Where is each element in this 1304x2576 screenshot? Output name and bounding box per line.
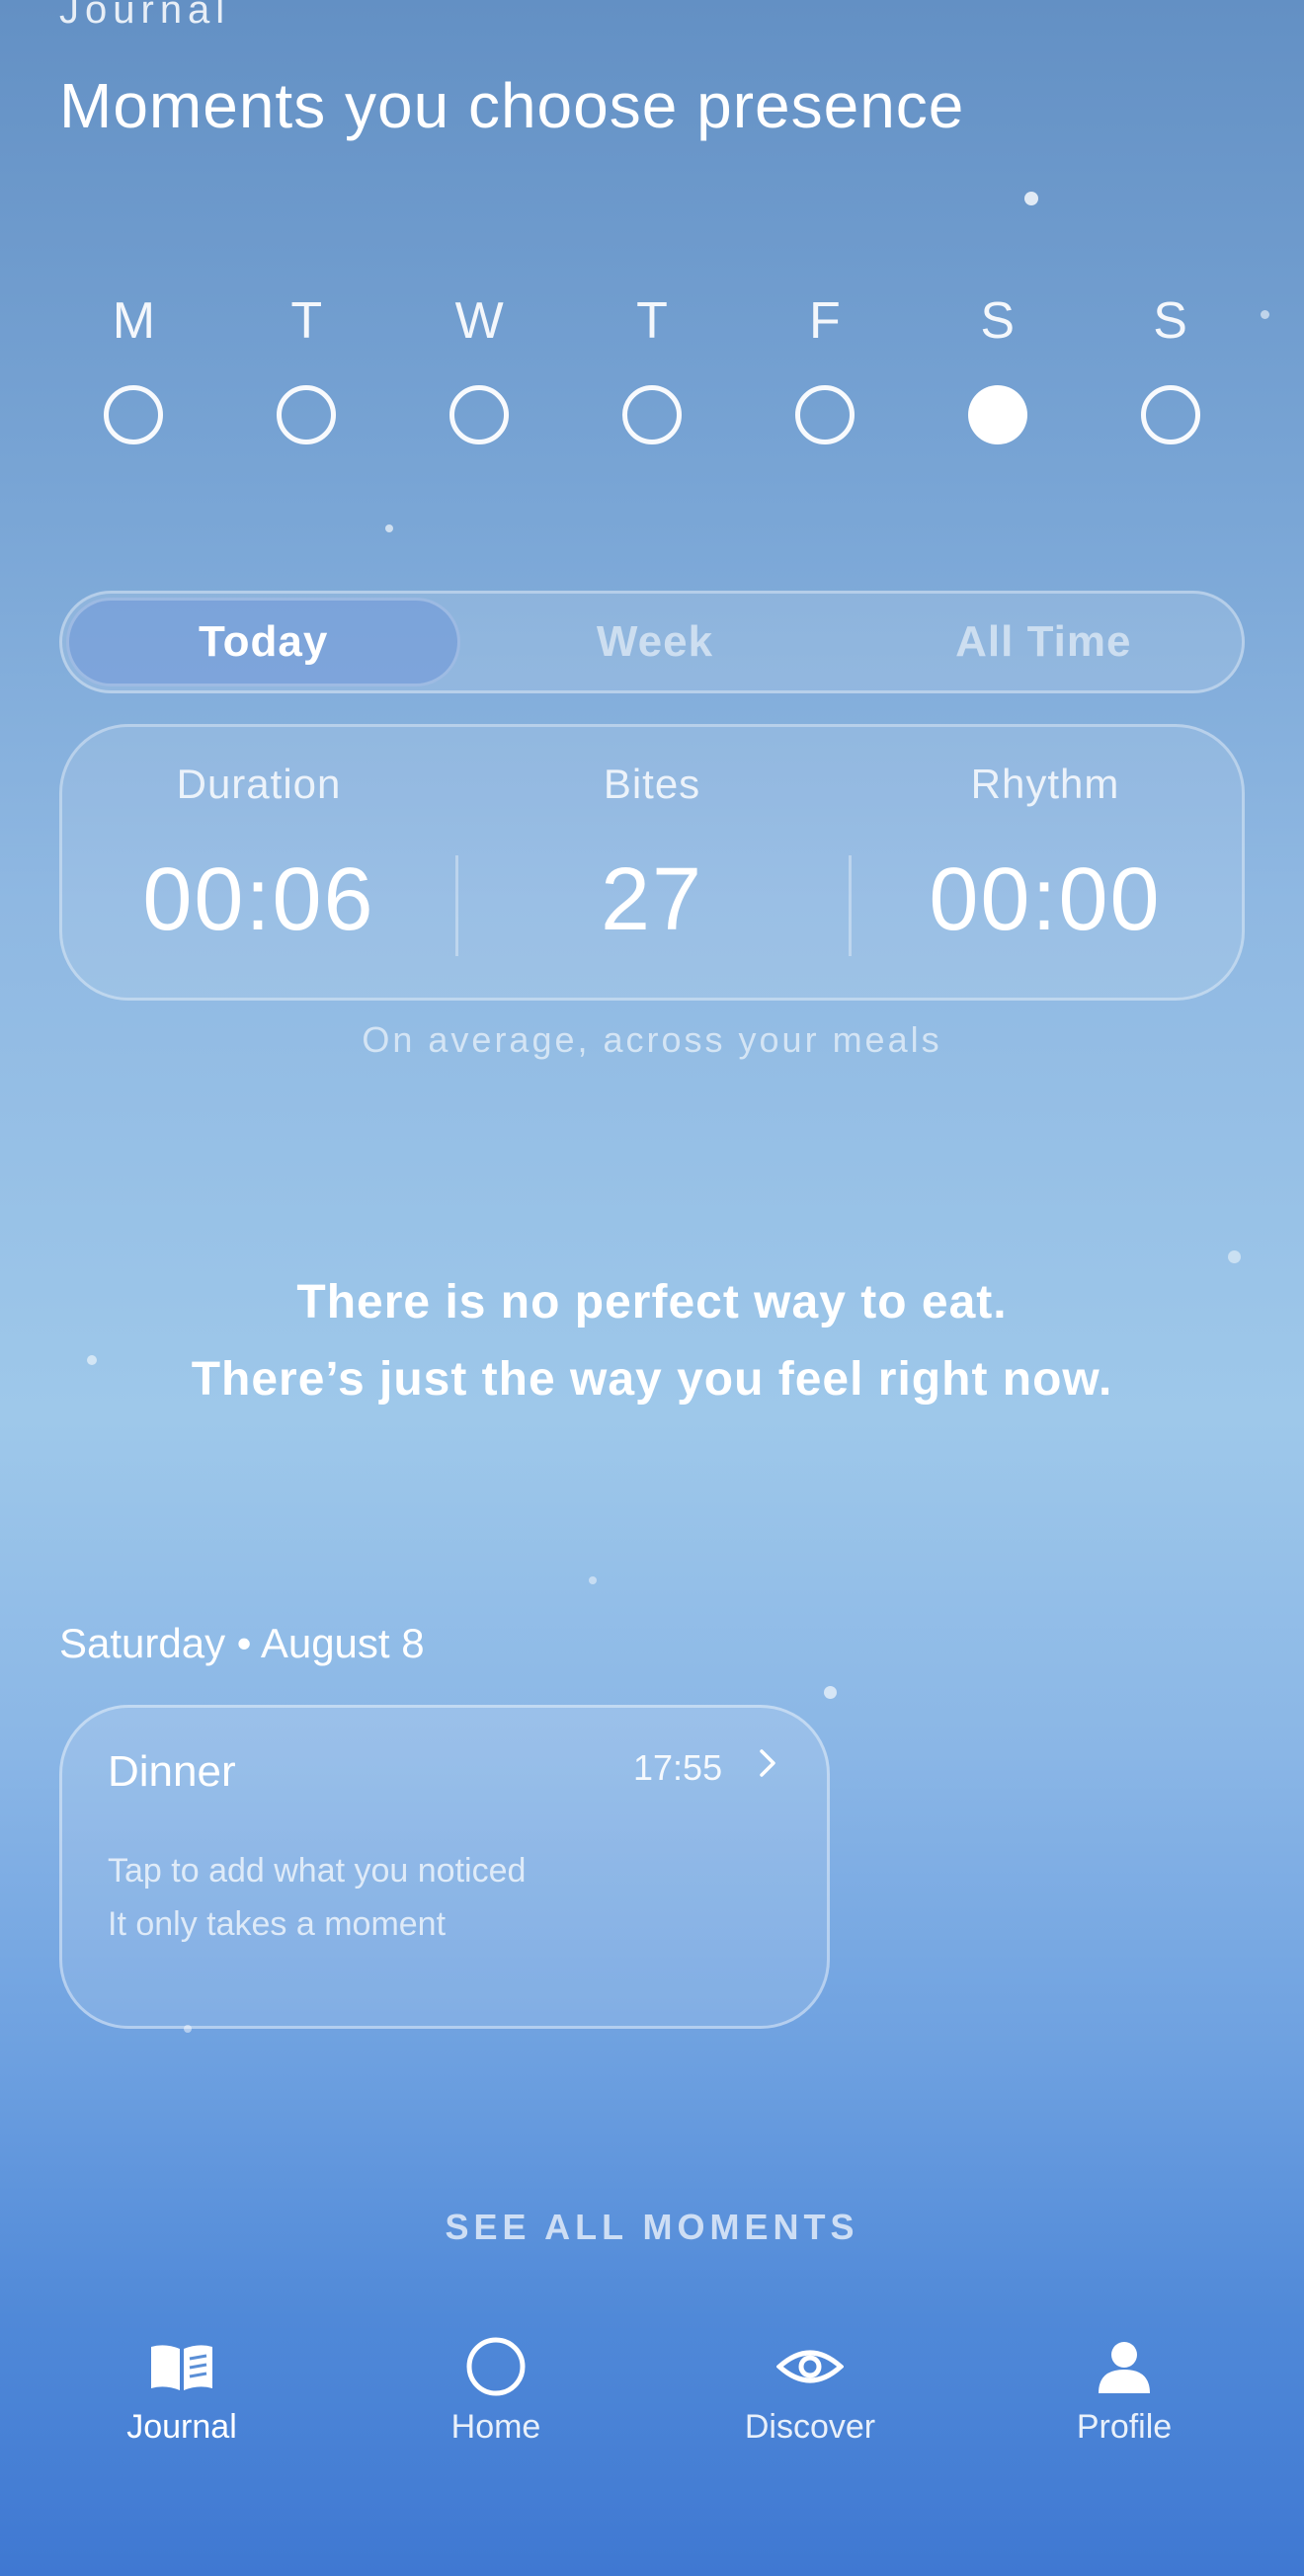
range-tab-today[interactable]: Today xyxy=(66,598,461,686)
book-icon xyxy=(147,2337,216,2396)
meal-card-dinner[interactable]: Dinner 17:55 Tap to add what you noticed… xyxy=(59,1705,830,2029)
meal-time: 17:55 xyxy=(633,1747,723,1788)
meal-title: Dinner xyxy=(108,1747,236,1796)
day-status-circle xyxy=(1140,385,1200,444)
range-tab-all-time[interactable]: All Time xyxy=(850,598,1238,686)
stat-duration: Duration 00:06 xyxy=(62,727,455,998)
eye-icon xyxy=(775,2337,845,2396)
bottom-tab-bar: Journal Home Discover Profile xyxy=(0,2337,1304,2465)
day-tuesday[interactable]: T xyxy=(220,286,393,464)
tab-journal[interactable]: Journal xyxy=(25,2337,339,2465)
stat-label: Bites xyxy=(603,761,701,807)
day-letter: T xyxy=(290,292,323,350)
day-thursday[interactable]: T xyxy=(566,286,739,464)
tab-profile[interactable]: Profile xyxy=(967,2337,1281,2465)
sparkle-dot xyxy=(1228,1250,1241,1263)
day-status-circle xyxy=(967,385,1027,444)
stat-bites: Bites 27 xyxy=(455,727,849,998)
stat-value: 00:00 xyxy=(929,850,1162,949)
day-status-circle xyxy=(277,385,337,444)
person-icon xyxy=(1090,2337,1159,2396)
stat-label: Rhythm xyxy=(970,761,1120,807)
day-sunday[interactable]: S xyxy=(1084,286,1257,464)
tab-discover[interactable]: Discover xyxy=(653,2337,967,2465)
sparkle-dot xyxy=(1261,310,1269,319)
tab-label: Journal xyxy=(126,2408,237,2446)
day-letter: W xyxy=(454,292,504,350)
stats-caption: On average, across your meals xyxy=(362,1019,942,1060)
stat-value: 27 xyxy=(600,850,704,949)
week-tracker: M T W T F S S xyxy=(47,286,1257,464)
day-status-circle xyxy=(622,385,682,444)
tab-label: Discover xyxy=(744,2408,876,2446)
day-letter: F xyxy=(808,292,841,350)
day-status-circle xyxy=(104,385,164,444)
stats-card: Duration 00:06 Bites 27 Rhythm 00:00 xyxy=(59,724,1245,1001)
day-monday[interactable]: M xyxy=(47,286,220,464)
sparkle-dot xyxy=(1024,192,1038,205)
circle-icon xyxy=(461,2337,530,2396)
day-letter: M xyxy=(112,292,156,350)
quote-line: There’s just the way you feel right now. xyxy=(191,1353,1113,1406)
sparkle-dot xyxy=(589,1576,597,1584)
stat-rhythm: Rhythm 00:00 xyxy=(849,727,1242,998)
day-status-circle xyxy=(449,385,510,444)
moments-date-heading: Saturday • August 8 xyxy=(59,1620,425,1666)
chevron-right-icon xyxy=(758,1743,779,1793)
day-friday[interactable]: F xyxy=(738,286,911,464)
range-segmented-control: Today Week All Time xyxy=(59,591,1245,693)
meal-hint-line: It only takes a moment xyxy=(108,1905,447,1943)
tab-label: Home xyxy=(450,2408,541,2446)
meal-hint: Tap to add what you noticed It only take… xyxy=(108,1844,526,1951)
range-tab-week[interactable]: Week xyxy=(460,598,849,686)
day-saturday[interactable]: S xyxy=(911,286,1084,464)
quote-line: There is no perfect way to eat. xyxy=(296,1276,1008,1328)
day-letter: S xyxy=(980,292,1016,350)
day-status-circle xyxy=(794,385,855,444)
page-title: Moments you choose presence xyxy=(59,70,965,141)
day-letter: S xyxy=(1153,292,1187,350)
meal-hint-line: Tap to add what you noticed xyxy=(108,1852,527,1890)
stat-value: 00:06 xyxy=(142,850,375,949)
tab-label: Profile xyxy=(1076,2408,1173,2446)
tab-home[interactable]: Home xyxy=(339,2337,653,2465)
day-wednesday[interactable]: W xyxy=(393,286,566,464)
encouragement-quote: There is no perfect way to eat. There’s … xyxy=(0,1264,1304,1418)
page-eyebrow: Journal xyxy=(59,0,231,32)
sparkle-dot xyxy=(385,524,393,532)
day-letter: T xyxy=(636,292,668,350)
stat-label: Duration xyxy=(176,761,342,807)
see-all-moments-link[interactable]: SEE ALL MOMENTS xyxy=(0,2207,1304,2248)
sparkle-dot xyxy=(824,1686,837,1699)
